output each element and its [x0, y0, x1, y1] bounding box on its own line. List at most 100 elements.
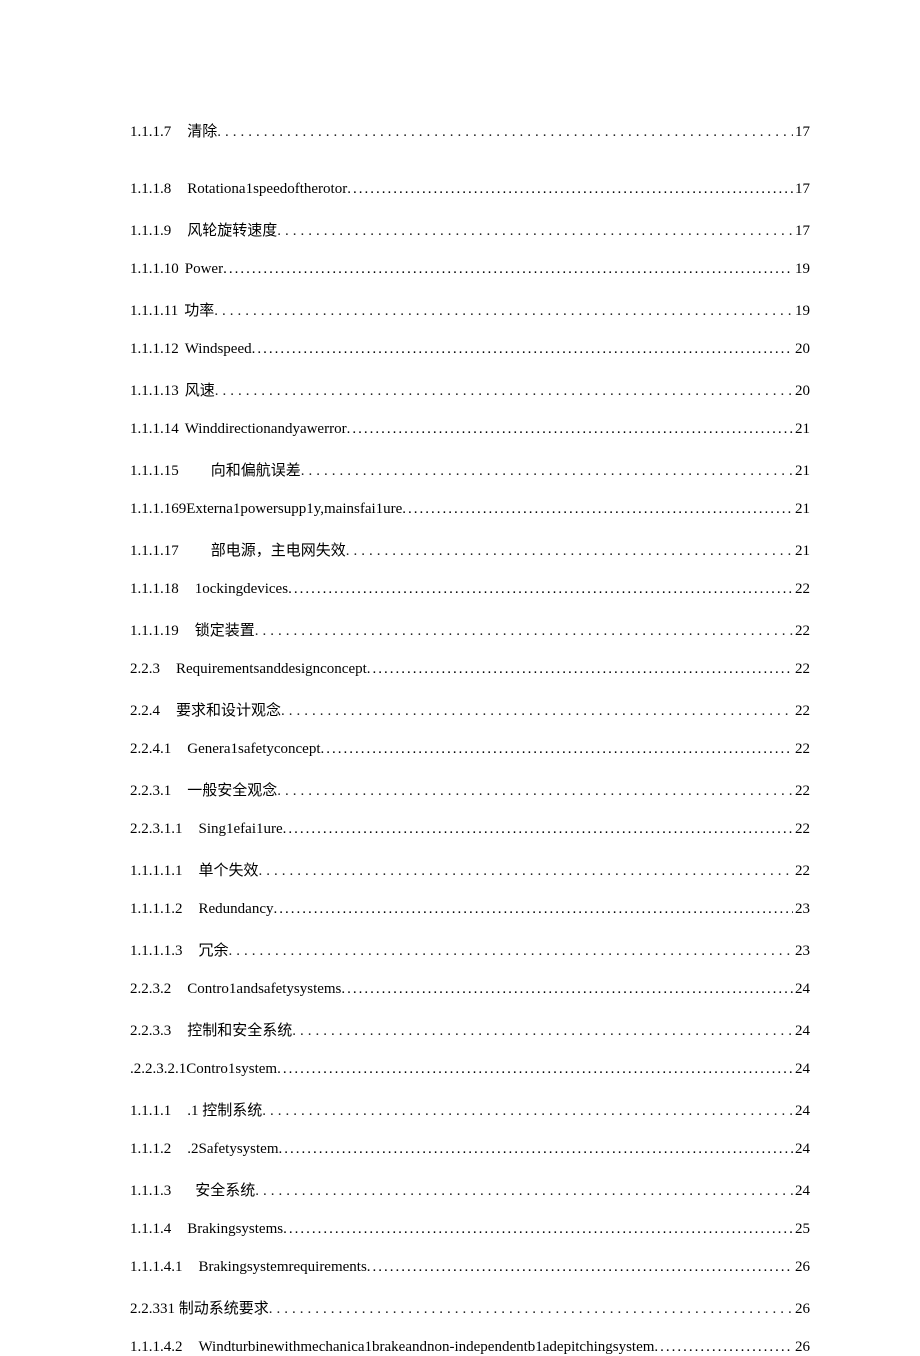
toc-leader-dots: ........................................… [279, 1141, 794, 1158]
toc-entry: 2.2.4.1 Genera1safetyconcept.............… [130, 741, 810, 758]
toc-title: Rotationa1speedoftherotor [187, 181, 347, 198]
toc-entry: 1.1.1.14Winddirectionandyawerror........… [130, 421, 810, 438]
toc-number: 1.1.1.4.2 [130, 1339, 183, 1356]
toc-page: 21 [795, 501, 810, 518]
toc-page: 17 [795, 124, 810, 141]
toc-entry: 1.1.1.9风轮旋转速度...........................… [130, 219, 810, 240]
toc-page: 19 [795, 303, 810, 320]
toc-number: 1.1.1.3 [130, 1183, 171, 1200]
toc-page: 24 [795, 1141, 810, 1158]
toc-title: Power [185, 261, 223, 278]
toc-leader-dots: ........................................… [283, 821, 793, 838]
toc-entry: 1.1.1.181ockingdevices..................… [130, 581, 810, 598]
toc-entry: 1.1.1.12 Windspeed.......................… [130, 341, 810, 358]
toc-page: 26 [795, 1339, 810, 1356]
toc-leader-dots: ........................................… [229, 943, 793, 960]
toc-title: 风速 [185, 379, 215, 400]
toc-entry: 1.1.1.4.2 Windturbinewithmechanica1brakea… [130, 1339, 810, 1356]
toc-leader-dots: ........................................… [215, 383, 793, 400]
toc-number: 1.1.1.14 [130, 421, 179, 438]
toc-number: 1.1.1.1.3 [130, 943, 183, 960]
toc-container: 1.1.1.7 清除...............................… [130, 120, 810, 1356]
toc-number: 2.2.3.1 [130, 783, 171, 800]
toc-page: 21 [795, 421, 810, 438]
toc-page: 19 [795, 261, 810, 278]
toc-page: 24 [795, 1183, 810, 1200]
toc-number: 1.1.1.19 [130, 623, 179, 640]
toc-page: 21 [795, 463, 810, 480]
toc-number: 2.2.4.1 [130, 741, 171, 758]
toc-title: 部电源，主电网失效 [211, 539, 346, 560]
toc-entry: 1.1.1.11功率..............................… [130, 299, 810, 320]
toc-page: 20 [795, 383, 810, 400]
toc-number: 1.1.1.1 [130, 1103, 171, 1120]
toc-leader-dots: ........................................… [281, 703, 793, 720]
toc-number: 1.1.1.8 [130, 181, 171, 198]
toc-leader-dots: ........................................… [367, 1259, 793, 1276]
toc-page: 22 [795, 661, 810, 678]
toc-page: 24 [795, 1023, 810, 1040]
toc-leader-dots: ........................................… [341, 981, 793, 998]
toc-leader-dots: ........................................… [214, 303, 793, 320]
toc-number: 1.1.1.12 [130, 341, 179, 358]
toc-page: 25 [795, 1221, 810, 1238]
toc-entry: 1.1.1.13 风速..............................… [130, 379, 810, 400]
toc-page: 22 [795, 821, 810, 838]
toc-title: Windturbinewithmechanica1brakeandnon-ind… [199, 1339, 655, 1356]
toc-title: Winddirectionandyawerror [185, 421, 347, 438]
toc-number: 2.2.4 [130, 703, 160, 720]
toc-leader-dots: ........................................… [277, 1061, 793, 1078]
toc-number: 1.1.1.1.2 [130, 901, 183, 918]
toc-leader-dots: ........................................… [402, 501, 793, 518]
toc-entry: 1.1.1.1.3 冗余.............................… [130, 939, 810, 960]
toc-leader-dots: ........................................… [255, 623, 793, 640]
toc-number: 1.1.1.2 [130, 1141, 171, 1158]
toc-entry: 1.1.1.3安全系统.............................… [130, 1179, 810, 1200]
toc-number: 2.2.3.3 [130, 1023, 171, 1040]
toc-entry: 1.1.1.8 Rotationa1speedoftherotor........… [130, 181, 810, 198]
toc-leader-dots: ........................................… [255, 1183, 793, 1200]
toc-title: 一般安全观念 [187, 779, 277, 800]
toc-page: 23 [795, 901, 810, 918]
toc-page: 24 [795, 1061, 810, 1078]
toc-entry: 1.1.1.17部电源，主电网失效.......................… [130, 539, 810, 560]
toc-entry: .2.2.3.2.1Contro1system.................… [130, 1061, 810, 1078]
toc-title: Genera1safetyconcept [187, 741, 320, 758]
toc-number: 1.1.1.17 [130, 543, 179, 560]
toc-title: .2Safetysystem [187, 1141, 278, 1158]
toc-leader-dots: ........................................… [262, 1103, 793, 1120]
toc-number: 1.1.1.7 [130, 124, 171, 141]
toc-number: 1.1.1.10 [130, 261, 179, 278]
toc-number: 1.1.1.15 [130, 463, 179, 480]
toc-title: Sing1efai1ure [199, 821, 283, 838]
toc-leader-dots: ........................................… [654, 1339, 793, 1356]
toc-page: 17 [795, 181, 810, 198]
toc-entry: 2.2.4要求和设计观念............................… [130, 699, 810, 720]
toc-entry: 1.1.1.7清除...............................… [130, 120, 810, 141]
toc-title: Requirementsanddesignconcept [176, 661, 367, 678]
toc-entry: 1.1.1.10Power...........................… [130, 261, 810, 278]
toc-title: 控制和安全系统 [187, 1019, 292, 1040]
toc-leader-dots: ........................................… [277, 783, 793, 800]
toc-number: 1.1.1.13 [130, 383, 179, 400]
toc-entry: 1.1.1.1.1单个失效...........................… [130, 859, 810, 880]
toc-number: 2.2.3.1.1 [130, 821, 183, 838]
toc-title: 功率 [184, 299, 214, 320]
toc-title: Brakingsystems [187, 1221, 283, 1238]
toc-leader-dots: ........................................… [292, 1023, 793, 1040]
toc-leader-dots: ........................................… [283, 1221, 793, 1238]
toc-title: Brakingsystemrequirements [199, 1259, 367, 1276]
toc-leader-dots: ........................................… [252, 341, 793, 358]
toc-leader-dots: ........................................… [259, 863, 793, 880]
toc-page: 26 [795, 1259, 810, 1276]
toc-leader-dots: ........................................… [321, 741, 793, 758]
toc-title: Windspeed [185, 341, 252, 358]
toc-number: 1.1.1.18 [130, 581, 179, 598]
toc-leader-dots: ........................................… [347, 181, 793, 198]
toc-leader-dots: ........................................… [301, 463, 793, 480]
toc-page: 21 [795, 543, 810, 560]
toc-number: 1.1.1.169Externa1powersupp1y,mainsfai1ur… [130, 501, 402, 518]
toc-title: 冗余 [199, 939, 229, 960]
toc-title: 清除 [187, 120, 217, 141]
toc-page: 22 [795, 581, 810, 598]
